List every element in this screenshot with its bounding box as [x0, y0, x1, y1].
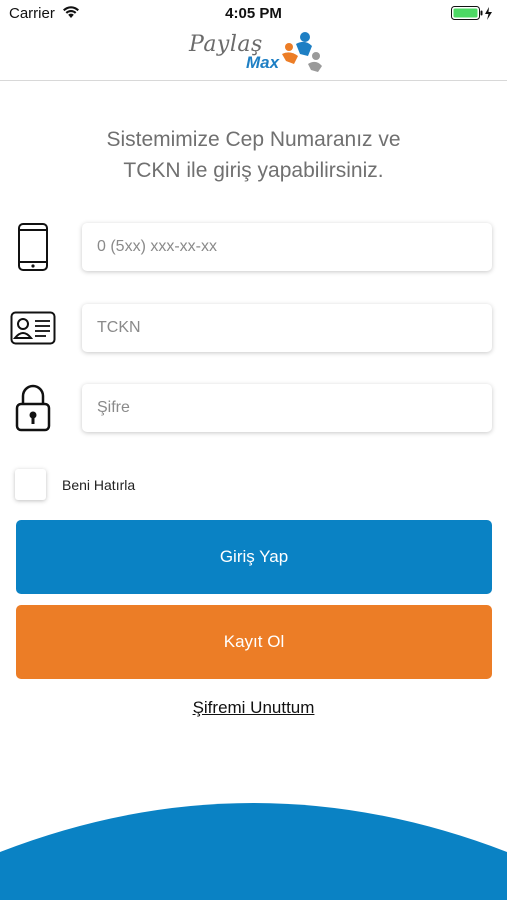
phone-row	[0, 221, 507, 273]
lock-icon	[15, 384, 51, 432]
phone-icon	[18, 223, 48, 271]
tckn-field-container	[82, 304, 492, 352]
login-instruction: Sistemimize Cep Numaranız ve TCKN ile gi…	[40, 124, 467, 186]
phone-input[interactable]	[82, 223, 477, 271]
login-button[interactable]: Giriş Yap	[16, 520, 492, 594]
login-button-label: Giriş Yap	[219, 547, 289, 566]
clock: 4:05 PM	[225, 5, 282, 22]
tckn-row	[0, 302, 507, 354]
nav-header: Paylaş Max	[0, 28, 507, 81]
logo-people-icon	[282, 32, 322, 72]
battery-icon	[451, 6, 492, 20]
bottom-decoration	[0, 803, 507, 900]
phone-field-container	[82, 223, 492, 271]
logo-text-sub: Max	[246, 53, 280, 72]
remember-me-label: Beni Hatırla	[62, 477, 136, 493]
app-logo: Paylaş Max	[186, 30, 326, 78]
forgot-password-link[interactable]: Şifremi Unuttum	[0, 698, 507, 718]
tckn-input[interactable]	[82, 304, 477, 352]
remember-me-checkbox[interactable]	[15, 469, 46, 500]
password-field-container	[82, 384, 492, 432]
status-bar: Carrier 4:05 PM	[0, 0, 507, 28]
password-input[interactable]	[82, 384, 477, 432]
login-instruction-line2: TCKN ile giriş yapabilirsiniz.	[123, 159, 384, 182]
password-row	[0, 382, 507, 434]
register-button-label: Kayıt Ol	[223, 632, 285, 651]
id-card-icon	[10, 311, 56, 345]
login-instruction-line1: Sistemimize Cep Numaranız ve	[106, 128, 401, 151]
register-button[interactable]: Kayıt Ol	[16, 605, 492, 679]
